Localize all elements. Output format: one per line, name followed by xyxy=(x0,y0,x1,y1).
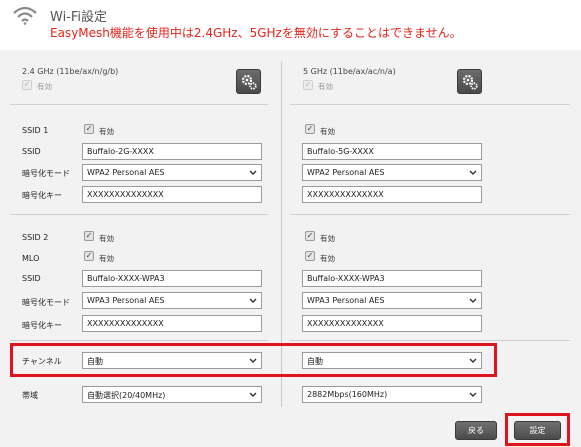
ssid2-24-enable-checkbox[interactable]: ✓ xyxy=(84,231,94,241)
gear-icon xyxy=(462,74,478,90)
mlo-5-label: 有効 xyxy=(320,254,335,263)
chevron-down-icon xyxy=(249,170,257,175)
row-label-encryption-mode: 暗号化モード xyxy=(22,169,70,178)
row-label-bandwidth: 帯域 xyxy=(22,391,38,400)
mlo-24-checkbox[interactable]: ✓ xyxy=(84,251,94,261)
ssid2-5-encryption-select[interactable]: WPA3 Personal AES xyxy=(302,292,482,309)
bandwidth-5-select[interactable]: 2882Mbps(160MHz) xyxy=(302,386,482,403)
bandwidth-24-value: 自動選択(20/40MHz) xyxy=(87,391,166,400)
ssid2-24-ssid-input[interactable]: Buffalo-XXXX-WPA3 xyxy=(82,270,262,287)
ssid2-24-encryption-value: WPA3 Personal AES xyxy=(87,296,165,305)
ssid1-24-key-input[interactable]: XXXXXXXXXXXXXX xyxy=(82,186,262,203)
ssid1-24-ssid-input[interactable]: Buffalo-2G-XXXX xyxy=(82,143,262,160)
back-button[interactable]: 戻る xyxy=(455,421,497,440)
mlo-5-checkbox[interactable]: ✓ xyxy=(305,251,315,261)
wifi-icon xyxy=(13,6,37,25)
ssid1-24-enable-label: 有効 xyxy=(99,127,114,136)
row-label-encryption-key: 暗号化キー xyxy=(22,191,62,200)
ssid1-24-enable-checkbox[interactable]: ✓ xyxy=(84,124,94,134)
chevron-down-icon xyxy=(249,392,257,397)
chevron-down-icon xyxy=(249,298,257,303)
easymesh-warning: EasyMesh機能を使用中は2.4GHz、5GHzを無効にすることはできません… xyxy=(50,26,462,40)
ssid1-5-ssid-input[interactable]: Buffalo-5G-XXXX xyxy=(302,143,482,160)
band-24-enable-checkbox[interactable]: ✓ xyxy=(22,80,32,90)
ssid2-5-enable-checkbox[interactable]: ✓ xyxy=(305,231,315,241)
row-label-encryption-key: 暗号化キー xyxy=(22,321,62,330)
ssid1-24-encryption-select[interactable]: WPA2 Personal AES xyxy=(82,164,262,181)
band-5-enable-label: 有効 xyxy=(318,82,333,91)
ssid1-5-key-input[interactable]: XXXXXXXXXXXXXX xyxy=(302,186,482,203)
bandwidth-24-select[interactable]: 自動選択(20/40MHz) xyxy=(82,386,262,403)
ssid1-5-enable-checkbox[interactable]: ✓ xyxy=(305,124,315,134)
page-title: Wi-Fi設定 xyxy=(50,10,108,25)
divider xyxy=(290,214,570,215)
chevron-down-icon xyxy=(469,358,477,363)
ssid1-5-encryption-select[interactable]: WPA2 Personal AES xyxy=(302,164,482,181)
chevron-down-icon xyxy=(469,392,477,397)
row-label-ssid: SSID xyxy=(22,274,41,283)
row-label-ssid: SSID xyxy=(22,147,41,156)
divider xyxy=(10,340,268,341)
ssid2-24-key-input[interactable]: XXXXXXXXXXXXXX xyxy=(82,315,262,332)
ssid2-24-enable-label: 有効 xyxy=(99,234,114,243)
band-5-enable-checkbox[interactable]: ✓ xyxy=(303,80,313,90)
band-5-label: 5 GHz (11be/ax/ac/n/a) xyxy=(303,67,396,76)
ssid1-24-encryption-value: WPA2 Personal AES xyxy=(87,168,165,177)
ssid2-5-ssid-input[interactable]: Buffalo-XXXX-WPA3 xyxy=(302,270,482,287)
ssid1-5-enable-label: 有効 xyxy=(320,127,335,136)
band-5-gear-button[interactable] xyxy=(457,69,482,94)
chevron-down-icon xyxy=(249,358,257,363)
bandwidth-5-value: 2882Mbps(160MHz) xyxy=(307,390,388,399)
mlo-24-label: 有効 xyxy=(99,254,114,263)
channel-5-select[interactable]: 自動 xyxy=(302,352,482,369)
divider xyxy=(290,104,570,105)
divider xyxy=(10,104,268,105)
band-24-gear-button[interactable] xyxy=(236,69,261,94)
band-24-enable-label: 有効 xyxy=(37,82,52,91)
gear-icon xyxy=(241,74,257,90)
chevron-down-icon xyxy=(469,170,477,175)
row-label-ssid1: SSID 1 xyxy=(22,126,49,135)
band-24-label: 2.4 GHz (11be/ax/n/g/b) xyxy=(22,67,119,76)
divider xyxy=(10,214,268,215)
row-label-encryption-mode: 暗号化モード xyxy=(22,298,70,307)
ssid2-5-key-input[interactable]: XXXXXXXXXXXXXX xyxy=(302,315,482,332)
row-label-mlo: MLO xyxy=(22,254,40,263)
channel-24-value: 自動 xyxy=(87,357,103,366)
row-label-channel: チャンネル xyxy=(22,357,62,366)
ssid2-5-enable-label: 有効 xyxy=(320,234,335,243)
ssid2-5-encryption-value: WPA3 Personal AES xyxy=(307,296,385,305)
ssid1-5-encryption-value: WPA2 Personal AES xyxy=(307,168,385,177)
row-label-ssid2: SSID 2 xyxy=(22,233,49,242)
channel-5-value: 自動 xyxy=(307,357,323,366)
apply-button[interactable]: 設定 xyxy=(514,421,561,440)
ssid2-24-encryption-select[interactable]: WPA3 Personal AES xyxy=(82,292,262,309)
channel-24-select[interactable]: 自動 xyxy=(82,352,262,369)
chevron-down-icon xyxy=(469,298,477,303)
divider xyxy=(290,340,570,341)
